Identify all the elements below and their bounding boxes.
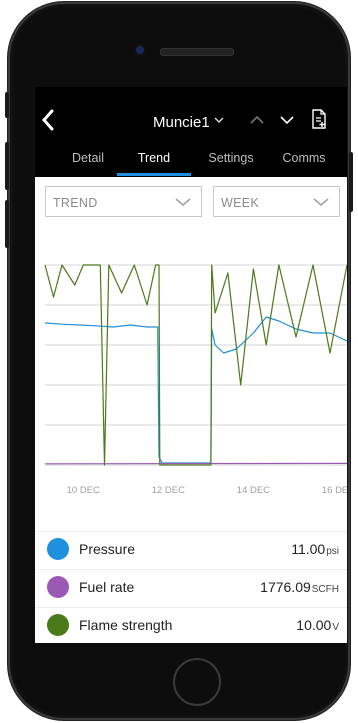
tab-settings[interactable]: Settings: [201, 151, 261, 165]
previous-site-chevron-up-icon[interactable]: [249, 113, 265, 132]
trend-metric-select[interactable]: TREND: [45, 186, 202, 217]
back-arrow-icon[interactable]: [41, 109, 63, 133]
top-bar: Muncie1 Detail Trend Settings Comms: [35, 87, 347, 177]
active-tab-indicator: [117, 173, 191, 176]
x-tick-label: 16 DEC: [322, 485, 347, 496]
tab-comms[interactable]: Comms: [279, 151, 329, 165]
legend-row-pressure: Pressure 11.00psi: [35, 531, 347, 565]
time-range-select[interactable]: WEEK: [213, 186, 340, 217]
mute-switch: [5, 92, 9, 118]
trend-chart[interactable]: 10 DEC 12 DEC 14 DEC 16 DEC: [35, 247, 347, 507]
legend-row-flame-strength: Flame strength 10.00V: [35, 607, 347, 641]
legend-name: Fuel rate: [79, 579, 135, 595]
app-screen: Muncie1 Detail Trend Settings Comms TREN…: [35, 87, 347, 643]
site-name[interactable]: Muncie1: [153, 114, 210, 131]
legend-name: Pressure: [79, 541, 136, 557]
chevron-down-icon: [313, 196, 329, 211]
next-site-chevron-down-icon[interactable]: [279, 113, 295, 132]
site-dropdown-caret-icon[interactable]: [214, 114, 224, 131]
chevron-down-icon: [175, 196, 191, 211]
front-camera: [136, 46, 144, 54]
legend-value: 11.00psi: [291, 541, 339, 557]
x-tick-label: 10 DEC: [67, 485, 100, 496]
legend-value: 10.00V: [296, 617, 339, 633]
series-line-pressure: [44, 316, 347, 464]
time-range-value: WEEK: [221, 196, 260, 210]
tab-detail[interactable]: Detail: [63, 151, 113, 165]
trend-metric-value: TREND: [53, 196, 98, 210]
legend-name: Flame strength: [79, 617, 173, 633]
x-tick-label: 14 DEC: [237, 485, 270, 496]
x-tick-label: 12 DEC: [152, 485, 185, 496]
tab-trend[interactable]: Trend: [129, 151, 179, 165]
series-line-flame-strength: [44, 264, 347, 466]
add-document-icon[interactable]: [311, 109, 327, 134]
tab-bar: Detail Trend Settings Comms: [35, 151, 347, 175]
pressure-color-dot: [47, 538, 69, 560]
flame-strength-color-dot: [47, 614, 69, 636]
fuel-rate-color-dot: [47, 576, 69, 598]
power-button: [349, 152, 353, 212]
volume-up-button: [5, 142, 9, 190]
legend-value: 1776.09SCFH: [260, 579, 339, 595]
home-button[interactable]: [173, 658, 221, 706]
legend-row-fuel-rate: Fuel rate 1776.09SCFH: [35, 569, 347, 603]
volume-down-button: [5, 200, 9, 248]
earpiece-speaker: [160, 48, 234, 56]
